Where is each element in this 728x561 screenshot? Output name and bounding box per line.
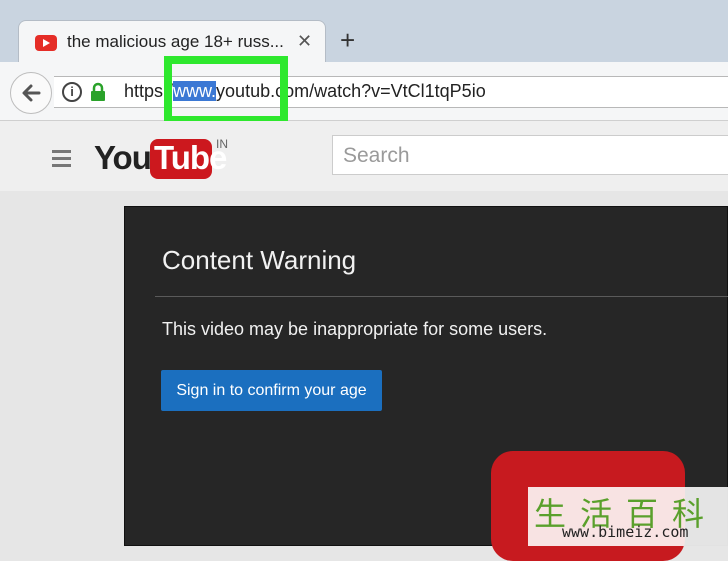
warning-message: This video may be inappropriate for some… [162,319,548,339]
youtube-favicon-icon [35,35,57,51]
highlight-annotation-box [164,56,288,124]
url-path: .com/watch?v=VtCl1tqP5io [270,81,486,101]
search-input[interactable]: Search [332,135,728,175]
logo-you: You [94,139,152,176]
info-icon[interactable]: i [62,82,82,102]
tab-title: the malicious age 18+ russ... [67,32,284,51]
logo-region: IN [216,137,228,151]
address-bar[interactable]: i https:/www.youtub.com/watch?v=VtCl1tqP… [54,76,728,108]
watermark-url: www.bimeiz.com [562,523,689,541]
sign-in-confirm-age-button[interactable]: Sign in to confirm your age [161,370,382,411]
tab-strip: the malicious age 18+ russ... ✕ + [0,0,728,64]
back-button[interactable] [10,72,52,114]
close-tab-icon[interactable]: ✕ [297,31,312,52]
warning-title: Content Warning [162,245,357,275]
back-arrow-icon [22,84,41,102]
search-placeholder: Search [343,144,410,167]
lock-icon[interactable] [90,82,106,102]
navigation-bar: i https:/www.youtub.com/watch?v=VtCl1tqP… [0,62,728,121]
new-tab-button[interactable]: + [340,26,355,54]
youtube-header: You Tube IN Search [0,121,728,191]
watermark: 生活百科 www.bimeiz.com [528,487,728,546]
warning-divider [155,296,728,297]
left-panel [0,191,124,546]
hamburger-menu-icon[interactable] [52,150,71,171]
